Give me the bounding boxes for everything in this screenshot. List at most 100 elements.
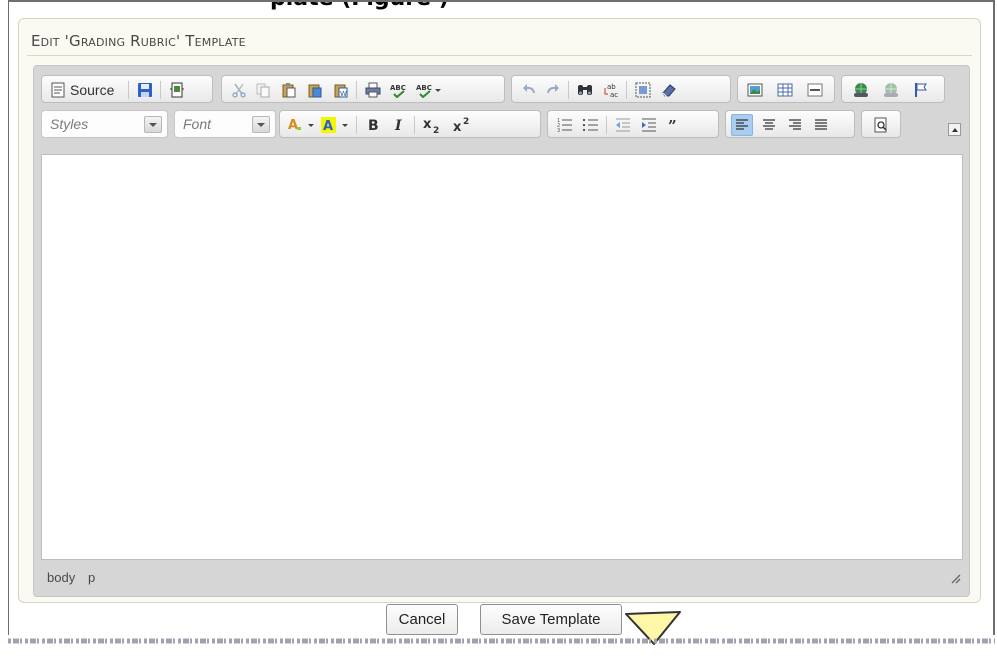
resize-grip-icon[interactable] <box>949 572 961 584</box>
document-group: Source <box>41 75 213 103</box>
save-icon <box>138 83 152 97</box>
source-label[interactable]: Source <box>70 79 114 101</box>
svg-text:ab: ab <box>607 83 616 91</box>
collapse-toolbar-button[interactable] <box>948 123 961 136</box>
cut-button[interactable] <box>228 79 250 101</box>
cancel-button[interactable]: Cancel <box>386 604 458 635</box>
spellcheck-menu-button[interactable]: ABC <box>414 79 444 101</box>
toolbar-separator <box>356 116 357 134</box>
paste-text-button[interactable] <box>304 79 326 101</box>
dialog-title: Edit 'Grading Rubric' Template <box>31 32 246 50</box>
background-color-icon: A <box>321 117 348 133</box>
bold-button[interactable]: B <box>362 114 384 136</box>
paste-icon <box>282 83 296 98</box>
replace-button[interactable]: ab ac <box>600 79 622 101</box>
spellcheck-button[interactable]: ABC <box>388 79 410 101</box>
toolbar-separator <box>160 81 161 99</box>
select-all-icon <box>635 82 651 98</box>
svg-text:3: 3 <box>557 128 560 133</box>
svg-text:x: x <box>453 120 462 133</box>
svg-text:A: A <box>323 119 333 133</box>
font-dropdown-label: Font <box>183 116 212 132</box>
edit-group: ab ac <box>511 75 731 103</box>
text-color-button[interactable]: A <box>286 114 318 136</box>
outdent-button[interactable] <box>612 114 634 136</box>
preview-icon <box>874 117 887 133</box>
superscript-icon: x2 <box>453 117 469 133</box>
templates-icon <box>170 82 184 98</box>
superscript-button[interactable]: x2 <box>450 114 478 136</box>
print-icon <box>365 82 381 98</box>
align-center-button[interactable] <box>758 114 780 136</box>
rich-text-editor: Source W ABC ABC ab ac Styles Font A A B… <box>33 65 970 597</box>
bulleted-list-icon <box>583 119 598 131</box>
background-color-button[interactable]: A <box>320 114 352 136</box>
blockquote-icon: ” <box>668 117 677 133</box>
chevron-down-icon <box>144 116 162 133</box>
styles-dropdown[interactable]: Styles <box>41 110 168 138</box>
anchor-icon <box>915 83 927 97</box>
blockquote-button[interactable]: ” <box>664 114 686 136</box>
paste-word-icon: W <box>334 84 348 98</box>
toolbar-separator <box>356 81 357 99</box>
horizontal-rule-button[interactable] <box>804 79 826 101</box>
align-left-button[interactable] <box>731 114 753 136</box>
link-group <box>841 75 945 103</box>
paste-text-icon <box>308 84 322 98</box>
outdent-icon <box>616 118 630 132</box>
align-justify-icon <box>815 119 827 130</box>
copy-button[interactable] <box>252 79 274 101</box>
italic-button[interactable]: I <box>388 114 410 136</box>
font-dropdown[interactable]: Font <box>174 110 276 138</box>
styles-dropdown-label: Styles <box>50 116 89 132</box>
preview-group <box>861 110 901 138</box>
align-right-button[interactable] <box>784 114 806 136</box>
spellcheck-icon: ABC <box>390 84 406 98</box>
clipboard-group: W ABC ABC <box>221 75 505 103</box>
paste-word-button[interactable]: W <box>330 79 352 101</box>
table-button[interactable] <box>774 79 796 101</box>
indent-button[interactable] <box>638 114 660 136</box>
bulleted-list-button[interactable] <box>580 114 602 136</box>
save-template-button[interactable]: Save Template <box>480 604 622 635</box>
undo-button[interactable] <box>518 79 540 101</box>
path-element-body[interactable]: body <box>47 570 75 585</box>
image-button[interactable] <box>744 79 766 101</box>
source-button[interactable] <box>47 79 69 101</box>
align-left-icon <box>736 119 748 130</box>
find-button[interactable] <box>574 79 596 101</box>
align-center-icon <box>763 119 775 130</box>
preview-button[interactable] <box>870 114 892 136</box>
horizontal-rule-icon <box>807 83 823 97</box>
numbered-list-button[interactable]: 123 <box>554 114 576 136</box>
insert-group <box>737 75 835 103</box>
remove-format-button[interactable] <box>658 79 680 101</box>
toolbar-separator <box>606 116 607 134</box>
link-button[interactable] <box>850 79 872 101</box>
svg-text:ac: ac <box>610 91 618 98</box>
editor-content-area[interactable] <box>41 154 963 560</box>
svg-text:”: ” <box>668 117 677 133</box>
indent-icon <box>642 118 656 132</box>
cropped-text-strip <box>8 638 995 644</box>
undo-icon <box>523 84 535 94</box>
redo-button[interactable] <box>542 79 564 101</box>
table-icon <box>777 83 793 97</box>
paste-button[interactable] <box>278 79 300 101</box>
align-justify-button[interactable] <box>810 114 832 136</box>
svg-text:x: x <box>423 117 432 132</box>
remove-format-icon <box>662 84 676 98</box>
subscript-button[interactable]: x2 <box>420 114 448 136</box>
save-button[interactable] <box>134 79 156 101</box>
path-element-p[interactable]: p <box>88 570 95 585</box>
select-all-button[interactable] <box>632 79 654 101</box>
svg-text:I: I <box>394 118 402 133</box>
title-divider <box>27 55 972 56</box>
print-button[interactable] <box>362 79 384 101</box>
numbered-list-icon: 123 <box>557 118 572 133</box>
svg-text:2: 2 <box>463 117 469 127</box>
anchor-button[interactable] <box>910 79 932 101</box>
source-icon <box>51 82 65 98</box>
templates-button[interactable] <box>166 79 188 101</box>
unlink-button[interactable] <box>880 79 902 101</box>
